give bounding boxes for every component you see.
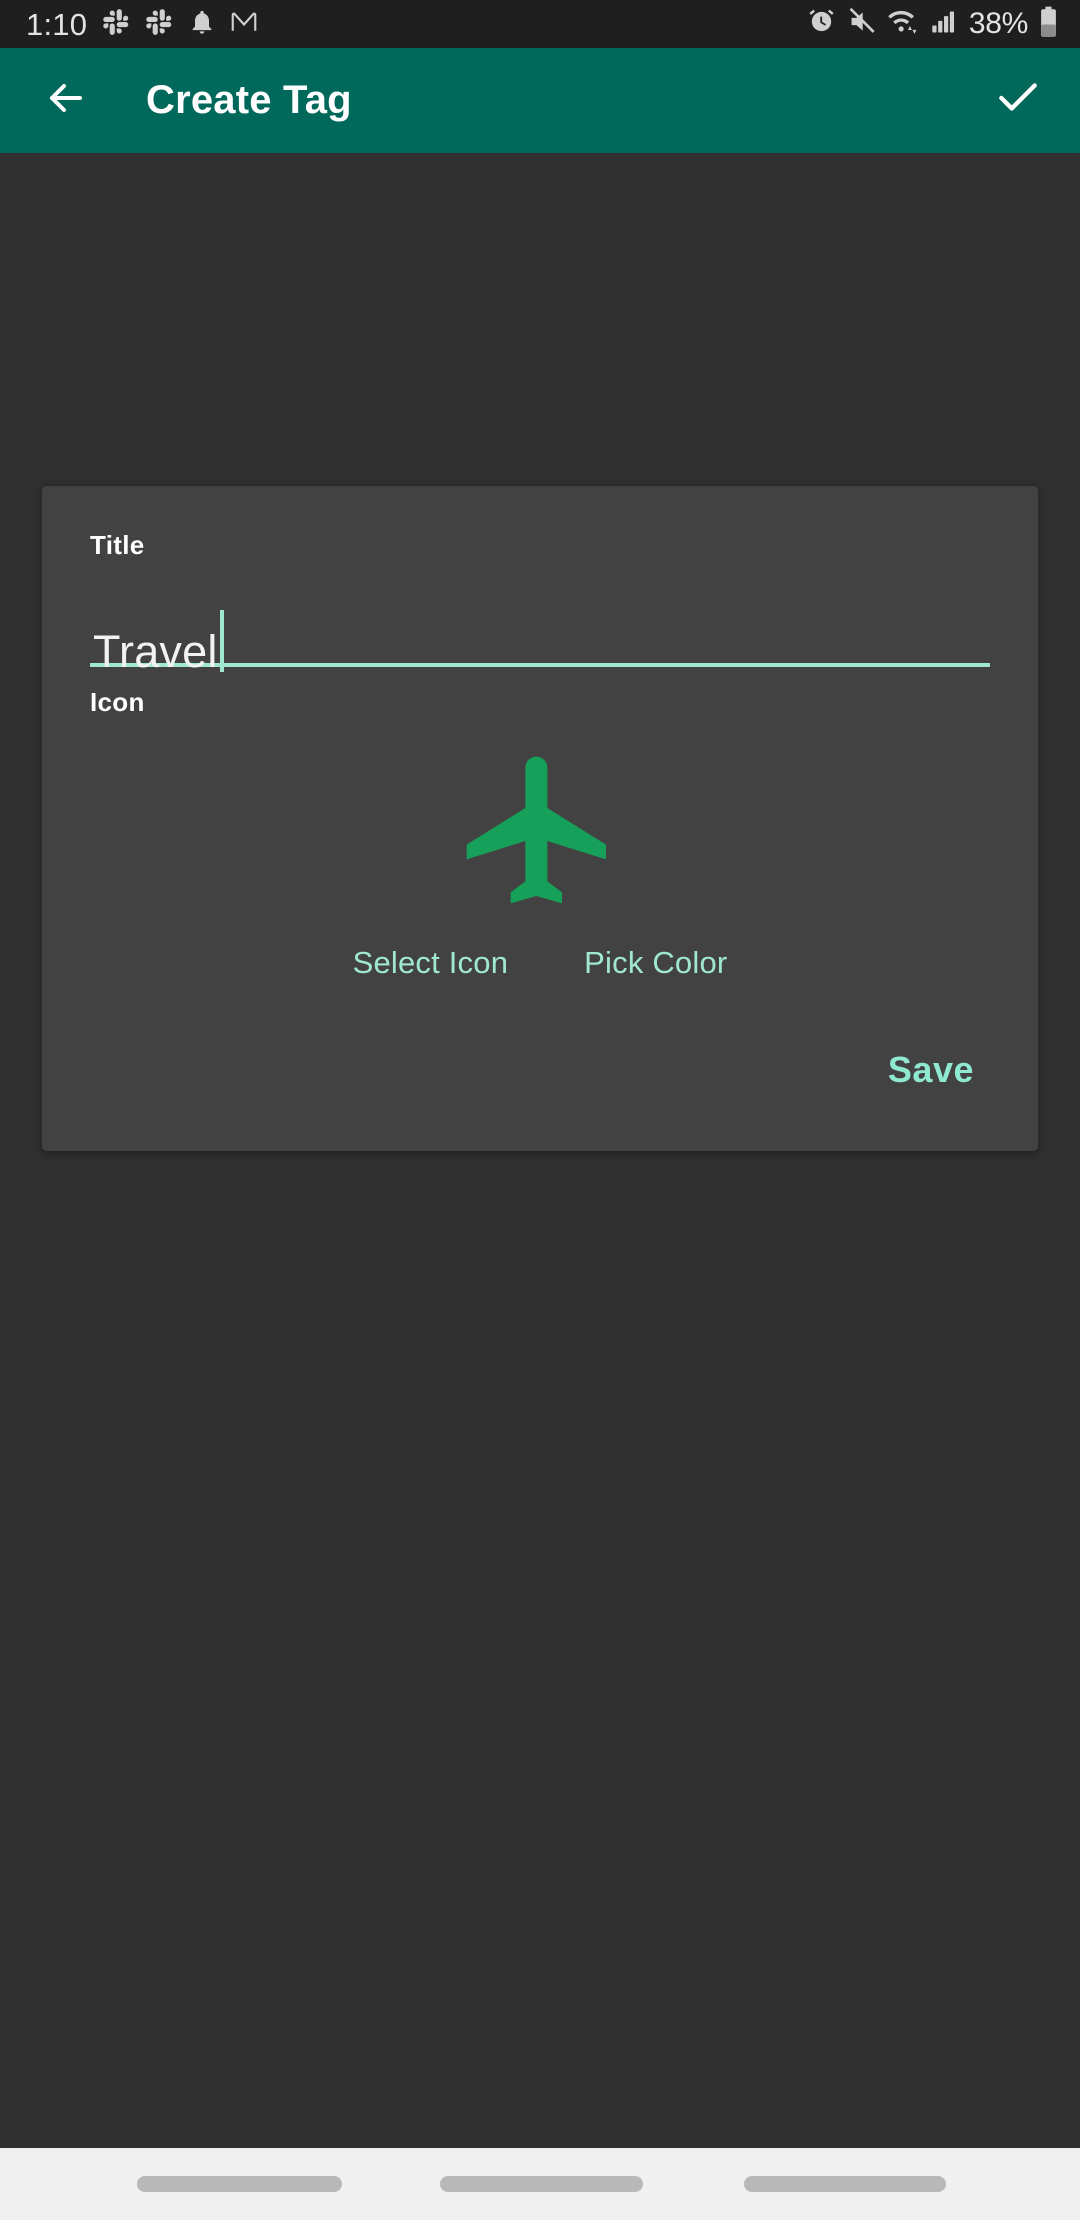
wifi-icon (887, 7, 919, 42)
phone-screen: 1:10 38% Create Tag Title Travel Icon Se… (0, 0, 1080, 2220)
status-bar-right: 38% (807, 6, 1058, 43)
status-bar-left: 1:10 (26, 7, 259, 42)
confirm-button[interactable] (986, 69, 1050, 133)
slack-icon (145, 7, 175, 42)
status-bar: 1:10 38% (0, 0, 1080, 48)
cellular-signal-icon (930, 8, 958, 41)
icon-field-label: Icon (90, 687, 145, 717)
arrow-left-icon (42, 74, 90, 127)
text-caret (219, 610, 224, 672)
save-button[interactable]: Save (878, 1041, 984, 1099)
icon-action-row: Select Icon Pick Color (90, 935, 990, 991)
alarm-icon (807, 7, 836, 41)
volume-mute-icon (847, 7, 876, 41)
title-input-value: Travel (93, 626, 218, 677)
navigation-bar (0, 2148, 1080, 2220)
title-input-row: Travel (90, 591, 990, 674)
title-field-label: Title (90, 530, 145, 560)
nav-home-button[interactable] (440, 2176, 643, 2192)
battery-icon (1039, 6, 1058, 43)
screen-content: Title Travel Icon Select Icon Pick Color (0, 153, 1080, 2148)
check-icon (993, 73, 1043, 128)
select-icon-button[interactable]: Select Icon (339, 935, 523, 991)
battery-percent-label: 38% (968, 7, 1028, 40)
page-title: Create Tag (146, 78, 352, 122)
icon-preview[interactable] (90, 718, 990, 933)
status-clock: 1:10 (26, 6, 88, 42)
pick-color-button[interactable]: Pick Color (570, 935, 741, 991)
title-input[interactable]: Travel (90, 591, 990, 674)
slack-icon (102, 7, 132, 42)
dialog-footer: Save (90, 991, 990, 1151)
create-tag-dialog: Title Travel Icon Select Icon Pick Color (42, 486, 1038, 1151)
app-bar: Create Tag (0, 48, 1080, 153)
back-button[interactable] (34, 69, 98, 133)
nav-recents-button[interactable] (744, 2176, 946, 2192)
bell-icon (188, 8, 216, 41)
nav-back-button[interactable] (137, 2176, 342, 2192)
gmail-icon (229, 7, 259, 42)
airplane-icon (452, 742, 628, 923)
